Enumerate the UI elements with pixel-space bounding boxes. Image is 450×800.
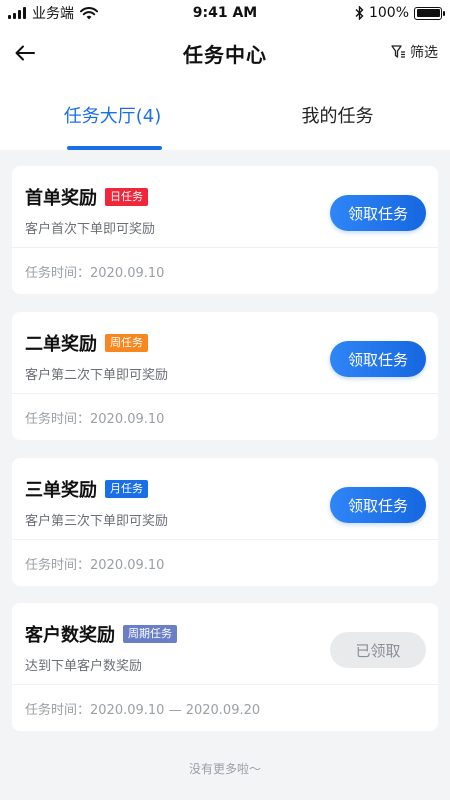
tab-my-tasks[interactable]: 我的任务: [225, 80, 450, 150]
task-time: 任务时间：2020.09.10 — 2020.09.20: [25, 699, 260, 718]
task-title: 客户数奖励 周期任务: [25, 621, 177, 647]
tab-bar: 任务大厅(4) 我的任务: [0, 80, 450, 150]
task-time-value: 2020.09.10: [90, 558, 165, 573]
task-title: 首单奖励 日任务: [25, 184, 148, 210]
task-description: 达到下单客户数奖励: [25, 659, 143, 674]
bluetooth-icon: [355, 6, 364, 20]
task-time-value: 2020.09.10: [90, 266, 165, 281]
task-time: 任务时间：2020.09.10: [25, 262, 164, 281]
task-card: 三单奖励 月任务 客户第三次下单即可奖励 领取任务 任务时间：2020.09.1…: [12, 458, 438, 586]
tab-label: 任务大厅(4): [63, 106, 162, 127]
task-time-label: 任务时间：: [25, 558, 91, 573]
task-type-badge: 月任务: [105, 480, 148, 498]
task-card-header: 首单奖励 日任务 客户首次下单即可奖励 领取任务: [12, 166, 438, 248]
status-bar: 业务端 9:41 AM 100%: [0, 0, 450, 26]
battery-icon: [414, 6, 445, 20]
claim-task-button[interactable]: 领取任务: [330, 487, 426, 523]
task-description: 客户第三次下单即可奖励: [25, 514, 169, 529]
task-description: 客户第二次下单即可奖励: [25, 368, 169, 383]
claim-task-button[interactable]: 领取任务: [330, 195, 426, 231]
nav-bar: 任务中心 筛选: [0, 26, 450, 80]
status-right: 100%: [355, 5, 445, 21]
wifi-icon: [80, 6, 98, 19]
task-title: 三单奖励 月任务: [25, 476, 148, 502]
arrow-left-icon: [15, 45, 35, 61]
task-card-header: 三单奖励 月任务 客户第三次下单即可奖励 领取任务: [12, 458, 438, 540]
task-card-header: 客户数奖励 周期任务 达到下单客户数奖励 已领取: [12, 603, 438, 685]
status-left: 业务端: [8, 3, 98, 23]
tab-label: 我的任务: [301, 106, 374, 127]
list-end-hint: 没有更多啦～: [188, 762, 261, 776]
task-title-text: 二单奖励: [25, 334, 97, 355]
task-type-badge: 周期任务: [123, 625, 177, 643]
task-time: 任务时间：2020.09.10: [25, 408, 164, 427]
task-title: 二单奖励 周任务: [25, 330, 148, 356]
back-button[interactable]: [10, 38, 40, 68]
task-description: 客户首次下单即可奖励: [25, 222, 156, 237]
task-time-label: 任务时间：: [25, 412, 91, 427]
task-card: 客户数奖励 周期任务 达到下单客户数奖励 已领取 任务时间：2020.09.10…: [12, 603, 438, 731]
filter-label: 筛选: [410, 45, 438, 61]
task-type-badge: 日任务: [105, 188, 148, 206]
task-time-value: 2020.09.10: [90, 412, 165, 427]
battery-percent: 100%: [368, 5, 409, 21]
task-time-label: 任务时间：: [25, 703, 91, 718]
filter-button[interactable]: 筛选: [391, 42, 438, 62]
task-title-text: 客户数奖励: [25, 625, 115, 646]
tab-task-hall[interactable]: 任务大厅(4): [0, 80, 225, 150]
claim-task-button[interactable]: 领取任务: [330, 341, 426, 377]
task-card-header: 二单奖励 周任务 客户第二次下单即可奖励 领取任务: [12, 312, 438, 394]
task-title-text: 首单奖励: [25, 188, 97, 209]
task-time: 任务时间：2020.09.10: [25, 554, 164, 573]
carrier-label: 业务端: [32, 6, 74, 22]
task-title-text: 三单奖励: [25, 480, 97, 501]
filter-icon: [391, 45, 405, 58]
task-time-label: 任务时间：: [25, 266, 91, 281]
task-time-value: 2020.09.10 — 2020.09.20: [90, 703, 261, 718]
task-card: 首单奖励 日任务 客户首次下单即可奖励 领取任务 任务时间：2020.09.10: [12, 166, 438, 294]
task-card: 二单奖励 周任务 客户第二次下单即可奖励 领取任务 任务时间：2020.09.1…: [12, 312, 438, 440]
page-title: 任务中心: [183, 42, 267, 67]
task-type-badge: 周任务: [105, 334, 148, 352]
claimed-status-button: 已领取: [330, 632, 426, 668]
signal-icon: [8, 7, 26, 19]
